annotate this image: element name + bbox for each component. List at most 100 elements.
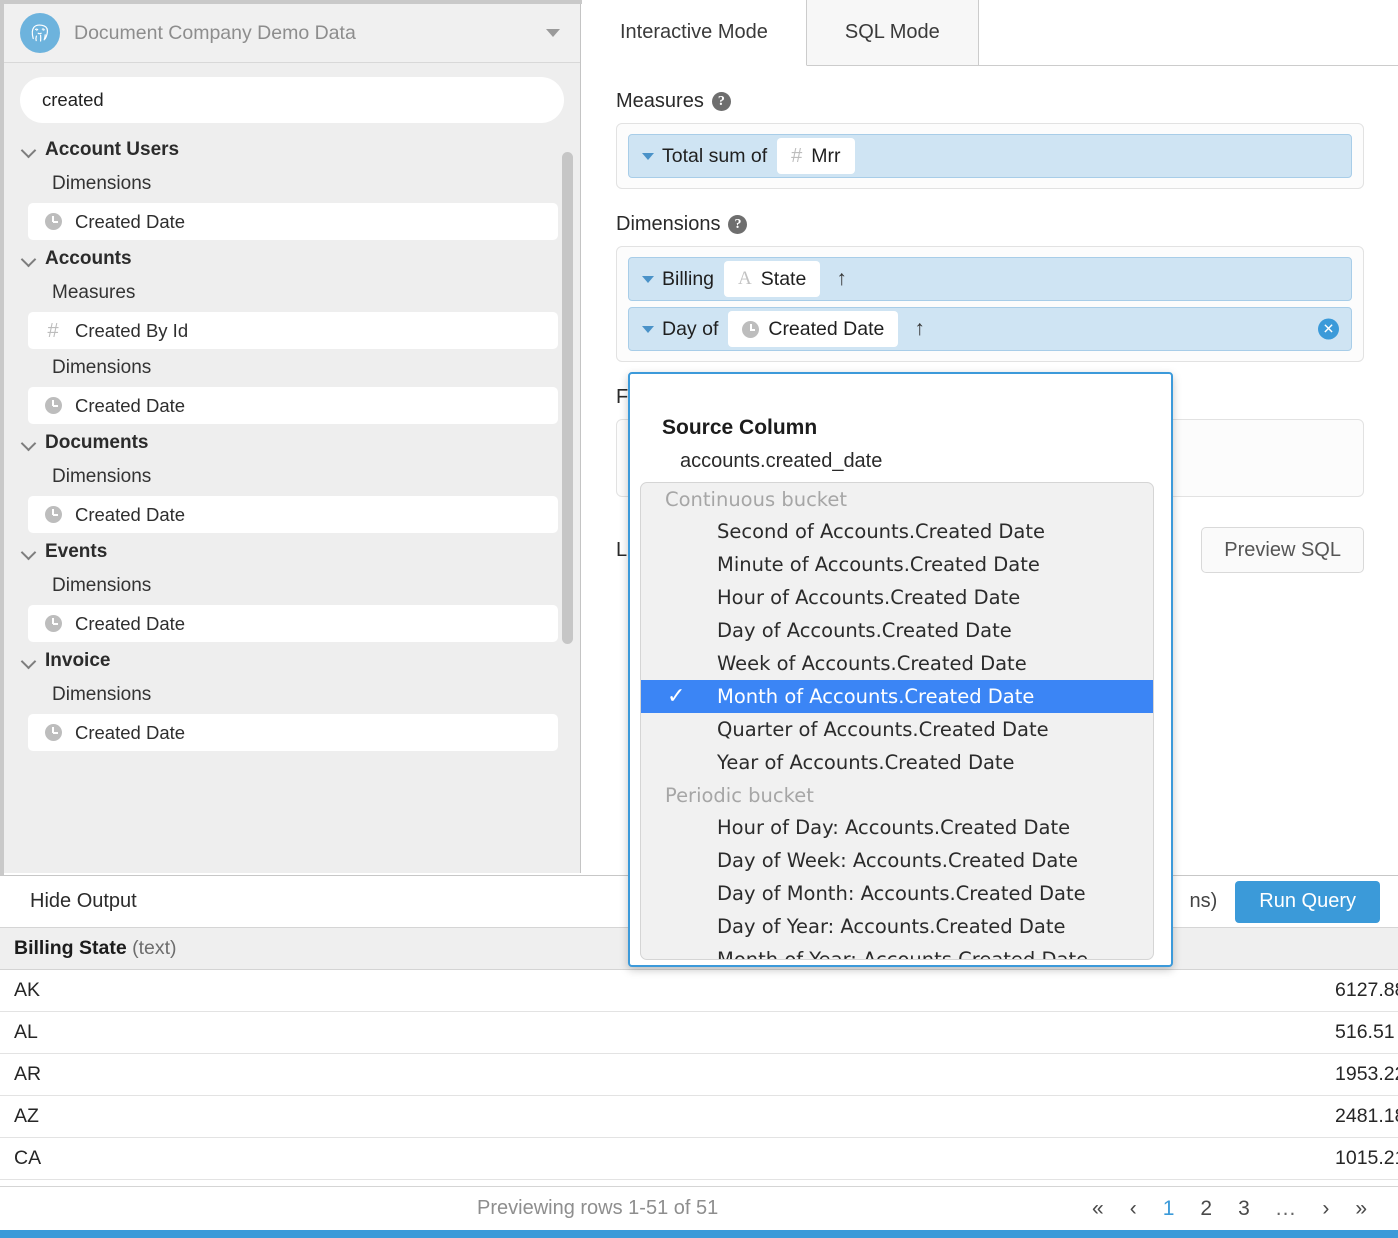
bucket-option[interactable]: Hour of Day: Accounts.Created Date (641, 811, 1153, 844)
question-mark-icon[interactable]: ? (728, 215, 748, 234)
clock-icon (42, 213, 64, 230)
cell-value: 6127.889999999999 (699, 969, 1398, 1012)
dimension-field-chip[interactable]: Created Date (728, 311, 899, 347)
pagination-page-3[interactable]: 3 (1225, 1197, 1263, 1221)
measure-field-chip[interactable]: # Mrr (777, 138, 855, 174)
table-row[interactable]: AR1953.22 (0, 1053, 1398, 1096)
measure-pill[interactable]: Total sum of # Mrr (628, 134, 1352, 178)
tree-section-label: Dimensions (52, 575, 152, 596)
bucket-option[interactable]: Quarter of Accounts.Created Date (641, 713, 1153, 746)
datasource-selector[interactable]: Document Company Demo Data (4, 4, 580, 63)
sidebar-scrollbar[interactable] (562, 124, 573, 869)
tree-field-item[interactable]: Created Date (28, 605, 558, 642)
pagination-page-2[interactable]: 2 (1187, 1197, 1225, 1221)
tree-field-item[interactable]: Created Date (28, 496, 558, 533)
bucket-option[interactable]: Day of Accounts.Created Date (641, 614, 1153, 647)
measures-dropzone[interactable]: Total sum of # Mrr (616, 123, 1364, 189)
tab-sql-mode[interactable]: SQL Mode (806, 0, 979, 65)
text-type-icon: A (738, 268, 752, 289)
schema-sidebar: Document Company Demo Data Account Users… (4, 4, 581, 873)
column-header-type: (text) (132, 937, 177, 959)
bucket-option-selected[interactable]: Month of Accounts.Created Date (641, 680, 1153, 713)
table-row[interactable]: CA1015.21 (0, 1137, 1398, 1180)
tree-field-item[interactable]: Created Date (28, 714, 558, 751)
search-container (4, 63, 580, 133)
chevron-down-icon[interactable] (22, 252, 36, 266)
dimension-pill-billing-state[interactable]: Billing A State ↑ (628, 257, 1352, 301)
tab-interactive-mode[interactable]: Interactive Mode (582, 0, 807, 66)
cell-value: 1015.21 (699, 1137, 1398, 1180)
hash-icon: # (47, 319, 59, 342)
tree-group-account-users[interactable]: Account Users (4, 133, 580, 167)
hash-icon: # (791, 145, 803, 167)
caret-down-icon[interactable] (642, 275, 654, 283)
bucket-group-header: Periodic bucket (665, 784, 814, 807)
tree-group-invoice[interactable]: Invoice (4, 644, 580, 678)
chevron-down-icon[interactable] (22, 436, 36, 450)
pagination-summary: Previewing rows 1-51 of 51 (477, 1197, 719, 1219)
hide-output-button[interactable]: Hide Output (30, 890, 137, 913)
tree-group-events[interactable]: Events (4, 535, 580, 569)
bucket-option[interactable]: Month of Year: Accounts.Created Date (641, 943, 1153, 959)
cell-billing-state: AR (0, 1053, 699, 1096)
measure-aggregation-label: Total sum of (662, 144, 768, 167)
question-mark-icon[interactable]: ? (711, 92, 731, 111)
mode-tabs: Interactive Mode SQL Mode (582, 0, 1398, 66)
popup-title: Source Column (662, 416, 818, 439)
cell-billing-state: AK (0, 969, 699, 1012)
bucket-option[interactable]: Week of Accounts.Created Date (641, 647, 1153, 680)
remove-dimension-icon[interactable]: ✕ (1318, 318, 1339, 340)
app-window: Document Company Demo Data Account Users… (0, 0, 1398, 1238)
dimension-field-chip[interactable]: A State (724, 261, 821, 297)
run-query-button[interactable]: Run Query (1235, 880, 1380, 923)
dimension-pill-created-date[interactable]: Day of Created Date ↑ ✕ (628, 307, 1352, 351)
tree-group-label: Events (45, 541, 108, 562)
sort-ascending-icon[interactable]: ↑ (914, 317, 925, 341)
chevron-down-icon[interactable] (546, 29, 560, 37)
bucket-option[interactable]: Year of Accounts.Created Date (641, 746, 1153, 779)
search-input[interactable] (20, 77, 564, 123)
bucket-option[interactable]: Second of Accounts.Created Date (641, 515, 1153, 548)
bucket-option[interactable]: Day of Year: Accounts.Created Date (641, 910, 1153, 943)
table-row[interactable]: AL 516.51 (0, 1011, 1398, 1054)
bucket-option[interactable]: Hour of Accounts.Created Date (641, 581, 1153, 614)
pagination-prev[interactable]: ‹ (1117, 1197, 1150, 1221)
chevron-down-icon[interactable] (22, 545, 36, 559)
postgres-elephant-icon (20, 13, 60, 53)
table-row[interactable]: AZ2481.189999999999 (0, 1095, 1398, 1138)
dimensions-dropzone[interactable]: Billing A State ↑ Day of Created Date ↑ (616, 246, 1364, 362)
clock-icon (42, 506, 64, 523)
clock-icon (742, 320, 760, 338)
pagination-ellipsis: ... (1275, 1196, 1297, 1220)
pagination-first[interactable]: « (1079, 1197, 1117, 1221)
sidebar-scrollbar-thumb[interactable] (562, 152, 573, 644)
bucket-option[interactable]: Day of Week: Accounts.Created Date (641, 844, 1153, 877)
preview-sql-button[interactable]: Preview SQL (1201, 527, 1364, 573)
bucket-option[interactable]: Day of Month: Accounts.Created Date (641, 877, 1153, 910)
tree-field-item[interactable]: Created Date (28, 387, 558, 424)
pagination-last[interactable]: » (1342, 1197, 1380, 1221)
tree-section-label: Measures (52, 282, 136, 303)
bucket-option[interactable]: Minute of Accounts.Created Date (641, 548, 1153, 581)
tree-field-item[interactable]: # Created By Id (28, 312, 558, 349)
tree-group-documents[interactable]: Documents (4, 426, 580, 460)
tree-field-item[interactable]: Created Date (28, 203, 558, 240)
dimensions-section-label: Dimensions ? (616, 213, 1364, 236)
pagination-next[interactable]: › (1309, 1197, 1342, 1221)
bucket-group-header: Continuous bucket (665, 488, 848, 511)
column-header-billing-state[interactable]: Billing State (text) (0, 928, 699, 970)
pagination-page-1[interactable]: 1 (1150, 1197, 1188, 1221)
caret-down-icon[interactable] (642, 152, 654, 160)
tree-section-label: Dimensions (52, 173, 152, 194)
sort-ascending-icon[interactable]: ↑ (836, 267, 847, 291)
table-row[interactable]: AK6127.889999999999 (0, 969, 1398, 1012)
tree-field-label: Created By Id (75, 319, 189, 341)
cell-value: 1953.22 (699, 1053, 1398, 1096)
tree-group-accounts[interactable]: Accounts (4, 242, 580, 276)
tab-interactive-mode-label: Interactive Mode (620, 21, 768, 43)
caret-down-icon[interactable] (642, 325, 654, 333)
tree-group-label: Invoice (45, 650, 111, 671)
chevron-down-icon[interactable] (22, 143, 36, 157)
bucket-option-list[interactable]: Continuous bucket Second of Accounts.Crea… (640, 482, 1154, 960)
chevron-down-icon[interactable] (22, 654, 36, 668)
